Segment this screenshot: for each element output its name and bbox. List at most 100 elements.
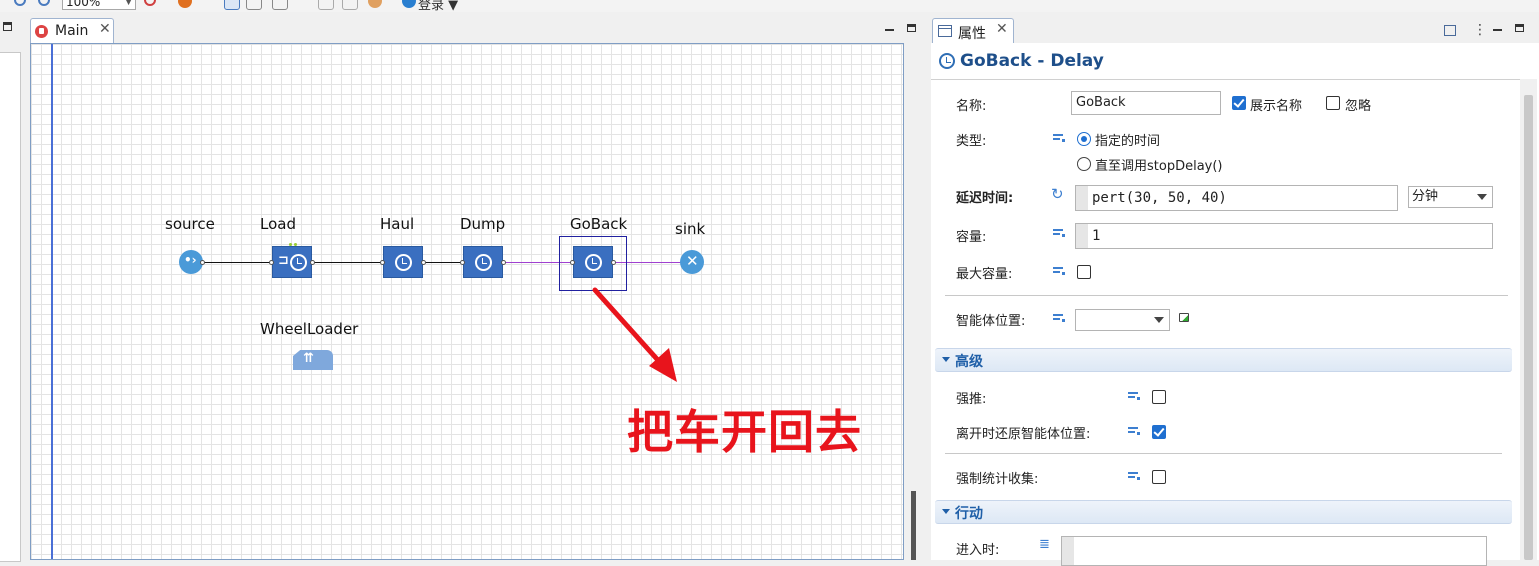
collapse-icon xyxy=(942,509,950,514)
maximize-icon[interactable] xyxy=(3,22,12,31)
login-label: 登录 xyxy=(418,0,445,12)
more-icon[interactable]: ⋮ xyxy=(1473,22,1487,38)
zoom-combo[interactable]: 100% ▼ xyxy=(62,0,136,10)
run-icon[interactable] xyxy=(178,0,192,8)
static-param-icon[interactable] xyxy=(1053,133,1065,143)
scrollbar-thumb[interactable] xyxy=(911,491,916,560)
close-icon[interactable]: ✕ xyxy=(99,21,111,37)
zoom-in-icon[interactable] xyxy=(38,0,50,6)
editor-tabbar: Main ✕ xyxy=(28,17,926,43)
dump-out-port[interactable] xyxy=(501,260,506,265)
source-icon: •› xyxy=(184,253,197,267)
connector-source-load[interactable] xyxy=(203,262,272,263)
model-canvas[interactable]: source •› Load ⊐ Haul Dump GoBack sink ✕… xyxy=(30,43,904,560)
max-capacity-checkbox[interactable] xyxy=(1077,265,1091,279)
clock-icon xyxy=(585,254,602,271)
tab-main-label: Main xyxy=(55,23,89,39)
force-stats-checkbox[interactable] xyxy=(1152,470,1166,484)
goback-out-port[interactable] xyxy=(611,260,616,265)
sink-x-icon: ✕ xyxy=(686,252,699,270)
connector-load-haul[interactable] xyxy=(313,262,383,263)
align-icon[interactable] xyxy=(318,0,334,10)
clock-icon xyxy=(395,254,412,271)
agent-location-label: 智能体位置: xyxy=(956,314,1026,329)
pick-location-icon[interactable] xyxy=(1179,313,1189,322)
layers-icon[interactable] xyxy=(272,0,288,10)
source-out-port[interactable] xyxy=(200,260,205,265)
capacity-label: 容量: xyxy=(956,230,987,245)
tab-main[interactable]: Main ✕ xyxy=(30,18,114,43)
close-icon[interactable]: ✕ xyxy=(996,21,1008,37)
push-checkbox[interactable] xyxy=(1152,390,1166,404)
snap-icon[interactable] xyxy=(246,0,262,10)
goback-in-port[interactable] xyxy=(570,260,575,265)
haul-in-port[interactable] xyxy=(380,260,385,265)
goback-block[interactable] xyxy=(573,246,613,278)
dynamic-param-icon[interactable]: ↻ xyxy=(1051,185,1064,203)
static-param-icon[interactable] xyxy=(1128,391,1140,401)
resource-pool-label: WheelLoader xyxy=(260,320,359,338)
chevron-down-icon xyxy=(1154,317,1164,323)
sink-block[interactable]: ✕ xyxy=(680,250,704,274)
resource-pool-block[interactable]: ⇈ xyxy=(293,350,333,370)
zoom-tool-icon[interactable] xyxy=(144,0,156,6)
static-param-icon[interactable] xyxy=(1128,471,1140,481)
main-editor: Main ✕ source •› Load ⊐ Haul Dump GoBack… xyxy=(28,17,926,560)
type-radio-until-stop[interactable] xyxy=(1077,157,1091,171)
divider xyxy=(945,453,1502,454)
load-out-port[interactable] xyxy=(310,260,315,265)
maximize-icon[interactable] xyxy=(907,24,916,32)
section-advanced[interactable]: 高级 xyxy=(935,348,1512,372)
dump-block[interactable] xyxy=(463,246,503,278)
section-actions-title: 行动 xyxy=(955,506,983,522)
delay-unit-select[interactable]: 分钟 xyxy=(1408,186,1493,208)
type-radio-specified-time[interactable] xyxy=(1077,132,1091,146)
resource-dots-icon xyxy=(289,243,292,246)
tab-properties[interactable]: 属性 ✕ xyxy=(932,18,1014,43)
dump-in-port[interactable] xyxy=(460,260,465,265)
source-label: source xyxy=(165,215,215,233)
name-label: 名称: xyxy=(956,99,987,114)
minimize-icon[interactable] xyxy=(1493,29,1502,31)
show-name-checkbox[interactable] xyxy=(1232,96,1246,110)
force-stats-label: 强制统计收集: xyxy=(956,472,1039,487)
open-editor-icon[interactable] xyxy=(1444,25,1456,36)
scrollbar-thumb[interactable] xyxy=(1524,95,1533,560)
on-enter-field[interactable] xyxy=(1061,536,1487,566)
on-enter-label: 进入时: xyxy=(956,543,1000,558)
name-field[interactable]: GoBack xyxy=(1071,91,1221,115)
push-label: 强推: xyxy=(956,392,987,407)
distribute-icon[interactable] xyxy=(342,0,358,10)
delay-time-value: pert(30, 50, 40) xyxy=(1092,190,1227,206)
static-param-icon[interactable] xyxy=(1128,426,1140,436)
search-icon[interactable] xyxy=(14,0,26,6)
delay-time-field[interactable]: pert(30, 50, 40) xyxy=(1075,185,1398,211)
delay-time-label: 延迟时间: xyxy=(956,191,1014,206)
properties-scrollbar[interactable] xyxy=(1520,79,1537,560)
static-param-icon[interactable] xyxy=(1053,313,1065,323)
haul-block[interactable] xyxy=(383,246,423,278)
maximize-icon[interactable] xyxy=(1515,24,1524,32)
static-param-icon[interactable] xyxy=(1053,228,1065,238)
load-block[interactable]: ⊐ xyxy=(272,243,312,278)
agent-location-select[interactable] xyxy=(1075,309,1170,331)
ignore-checkbox[interactable] xyxy=(1326,96,1340,110)
code-param-icon[interactable]: ≣ xyxy=(1039,537,1050,552)
haul-out-port[interactable] xyxy=(421,260,426,265)
properties-icon xyxy=(938,25,952,37)
annotation-text: 把车开回去 xyxy=(627,405,862,459)
minimize-icon[interactable] xyxy=(885,29,894,31)
person-icon[interactable] xyxy=(368,0,382,8)
capacity-field[interactable]: 1 xyxy=(1075,223,1493,249)
grid-icon[interactable] xyxy=(224,0,240,10)
login-button[interactable]: 登录 ▼ xyxy=(400,0,458,12)
dump-label: Dump xyxy=(460,215,506,233)
load-in-port[interactable] xyxy=(269,260,274,265)
section-actions[interactable]: 行动 xyxy=(935,500,1512,524)
static-param-icon[interactable] xyxy=(1053,266,1065,276)
restore-location-checkbox[interactable] xyxy=(1152,425,1166,439)
properties-panel: 属性 ✕ ⋮ GoBack - Delay 名称: GoBack 展示名称 忽略… xyxy=(931,17,1539,566)
seize-icon: ⊐ xyxy=(278,253,289,268)
connector-haul-dump[interactable] xyxy=(423,262,463,263)
editor-scrollbar[interactable] xyxy=(908,43,926,560)
